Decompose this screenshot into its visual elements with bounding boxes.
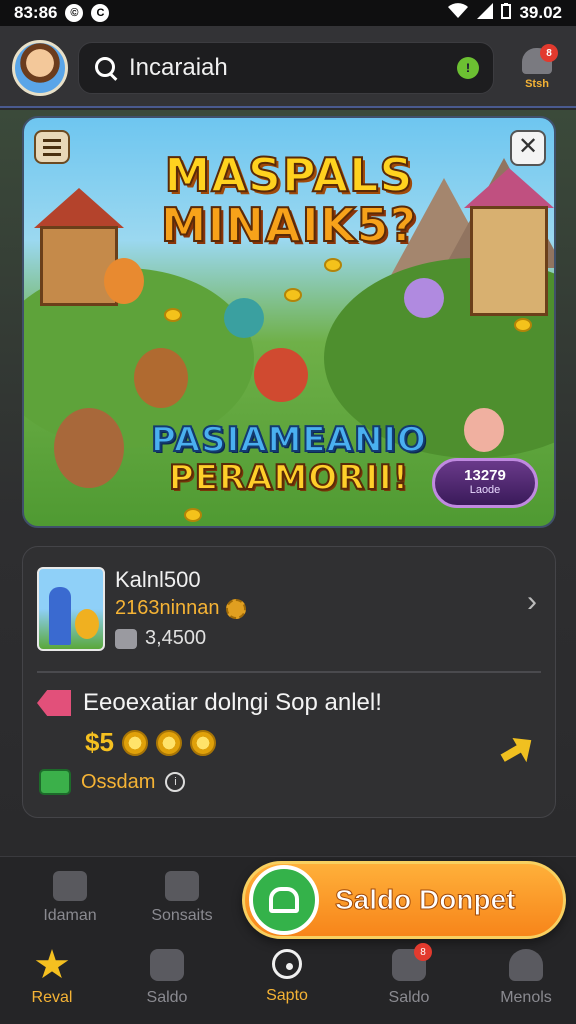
creature-character [224,298,264,338]
upper-nav-item-social[interactable]: Sonsaits [132,871,232,941]
upper-nav-label: Idaman [43,907,97,924]
creature-character [404,278,444,318]
battery-percent: 39.02 [519,3,562,22]
banner-title-line2: MINAIK5? [160,197,418,253]
upper-nav-label: Sonsaits [151,907,213,924]
cash-icon [39,769,71,795]
coin-icon [184,508,202,522]
coin-icon [514,318,532,332]
upper-nav-item-home[interactable]: Idaman [20,871,120,941]
notification-label: Stsh [525,78,549,90]
saldo-button-label: Saldo Donpet [334,884,516,916]
search-input[interactable]: Incaraiah [129,54,457,82]
tab-label: Sapto [266,987,308,1004]
gear-coin-icon [225,598,246,619]
cash-row[interactable]: Ossdam i [39,769,186,795]
coin-icon [284,288,302,302]
top-bar: Incaraiah ! 8 Stsh [0,26,576,108]
chat-bubble-icon [165,871,199,901]
hero-character [254,348,308,402]
notification-badge: 8 [540,44,558,62]
cash-text: Ossdam [81,770,156,793]
avatar[interactable] [12,40,68,96]
status-time: 83:86 [14,3,58,22]
mic-icon[interactable]: ! [457,57,479,79]
tab-menols[interactable]: Menols [476,947,576,1017]
tab-badge: 8 [414,943,432,961]
card-subtitle: 2163ninnan [115,597,246,620]
app-notification-icon: C [91,4,110,22]
arrow-icon[interactable] [496,730,539,771]
info-icon[interactable]: i [165,772,186,792]
card-subtitle-text: 2163ninnan [115,597,220,619]
chevron-right-icon[interactable]: › [527,585,537,619]
close-icon[interactable]: ✕ [510,130,546,166]
status-bar: 83:86 © C 39.02 [0,0,576,26]
gold-coin-icon [155,729,182,756]
wallet-icon [249,865,319,935]
fox-character [104,258,144,304]
price-value: 13279 [464,467,506,484]
target-icon [272,949,302,979]
cube-icon [115,628,137,649]
tag-icon [37,690,71,716]
star-icon [35,949,69,979]
gold-coin-icon [189,729,216,756]
banner-subtitle-line1: PASIAMEANIO [150,419,427,461]
gift-icon [150,949,184,981]
tab-saldo-chat[interactable]: 8 Saldo [359,943,459,1017]
thumbnail-figure [49,587,71,645]
promo-row[interactable]: Eeoexatiar dolngi Sop anlel! [37,689,382,717]
card-title: Kalnl500 [115,567,201,592]
bottom-navigation: Idaman Sonsaits Saldo Donpet Reval Saldo… [0,856,576,1024]
card-thumbnail [37,567,105,651]
divider [37,671,541,673]
card-amount-text: 3,4500 [145,627,207,649]
tab-sapto[interactable]: Sapto [237,947,337,1017]
home-icon [53,871,87,901]
tab-label: Menols [500,989,552,1006]
tab-saldo[interactable]: Saldo [117,947,217,1017]
copyright-icon: © [65,4,84,22]
coin-icon [164,308,182,322]
status-right: 39.02 [447,2,562,24]
bear-character [134,348,188,408]
battery-icon [501,2,512,24]
coins-row: $5 [85,727,216,758]
wifi-icon [447,2,469,24]
tab-label: Reval [31,989,73,1006]
coin-icon [324,258,342,272]
search-bar[interactable]: Incaraiah ! [78,42,494,94]
banner-title-line1: MASPALS [163,147,414,203]
promo-banner[interactable]: MASPALS MINAIK5? PASIAMEANIO PERAMORII! … [22,116,556,528]
menu-icon[interactable] [34,130,70,164]
coins-amount: $5 [85,727,114,757]
user-icon [509,949,543,981]
reward-card[interactable]: Kalnl500 2163ninnan 3,4500 › Eeoexatiar … [22,546,556,818]
notification-button[interactable]: 8 Stsh [512,44,562,100]
thumbnail-figure [75,609,99,639]
gold-coin-icon [121,729,148,756]
card-amount: 3,4500 [115,627,206,650]
price-label: Laode [469,484,501,496]
tab-label: Saldo [388,989,430,1006]
search-icon [93,55,119,81]
tab-reval[interactable]: Reval [2,947,102,1017]
chat-icon: 8 [392,943,432,981]
price-badge[interactable]: 13279 Laode [432,458,538,508]
saldo-button[interactable]: Saldo Donpet [242,861,566,939]
tab-label: Saldo [146,989,188,1006]
signal-icon [477,2,494,24]
status-left: 83:86 © C [14,3,110,23]
promo-text: Eeoexatiar dolngi Sop anlel! [83,689,382,716]
